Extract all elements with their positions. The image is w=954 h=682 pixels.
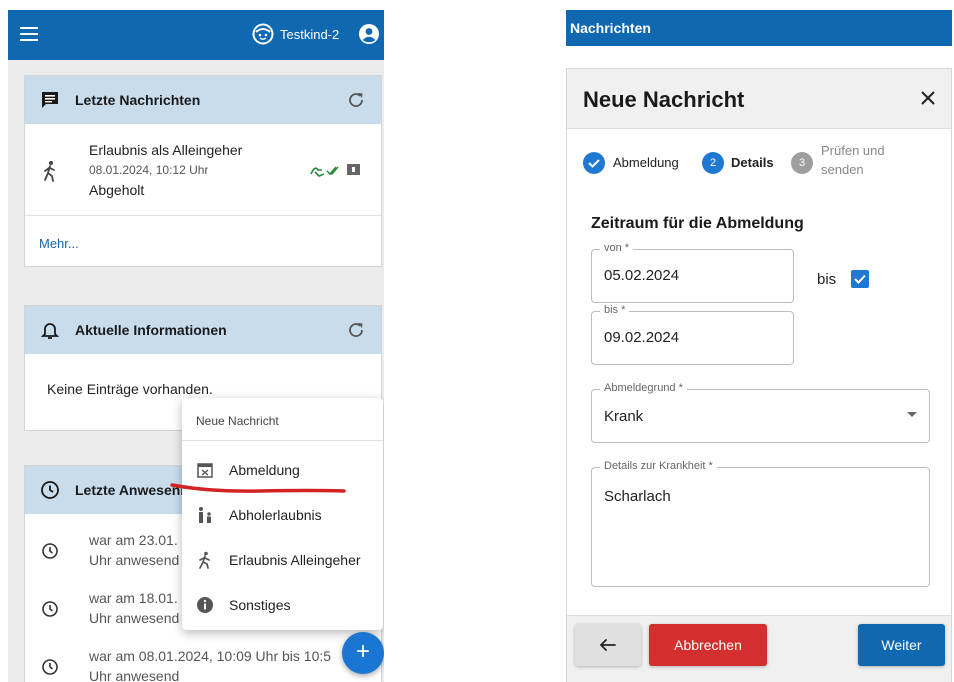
range-checkbox[interactable]	[851, 270, 869, 288]
picked-up-icon	[310, 167, 325, 177]
step-3-label: senden	[821, 162, 864, 177]
from-date-field[interactable]: von * 05.02.2024	[591, 242, 794, 303]
current-info-header: Aktuelle Informationen	[25, 306, 381, 354]
close-icon[interactable]	[917, 87, 939, 109]
refresh-info-icon[interactable]	[345, 319, 367, 341]
menu-item-sonstiges[interactable]: Sonstiges	[182, 585, 383, 625]
check-icon	[854, 274, 866, 284]
red-underline-annotation	[170, 483, 346, 493]
dialog-footer: Abbrechen Weiter	[567, 615, 951, 682]
reason-label: Abmeldegrund *	[600, 382, 687, 394]
arrow-left-icon	[599, 639, 616, 651]
message-item[interactable]: Erlaubnis als Alleingeher 08.01.2024, 10…	[25, 124, 381, 216]
calendar-cancel-icon	[197, 463, 213, 478]
clock-icon	[42, 659, 58, 675]
check-icon	[588, 159, 600, 168]
current-info-title: Aktuelle Informationen	[75, 322, 227, 338]
attendance-row: war am 08.01.2024, 10:09 Uhr bis 10:5 Uh…	[25, 642, 381, 682]
to-date-field[interactable]: bis * 09.02.2024	[591, 304, 794, 365]
step-2-label: Details	[731, 155, 774, 170]
child-face-icon[interactable]	[252, 23, 274, 45]
menu-item-label: Sonstiges	[229, 597, 291, 613]
more-messages-link[interactable]: Mehr...	[39, 236, 79, 251]
message-icon	[42, 92, 58, 108]
dropdown-arrow-icon	[907, 412, 917, 417]
menu-item-label: Abmeldung	[229, 462, 300, 478]
attendance-text: war am 18.01.	[89, 590, 178, 606]
menu-item-label: Erlaubnis Alleingeher	[229, 552, 361, 568]
clock-icon	[42, 601, 58, 617]
menu-divider	[182, 440, 383, 441]
to-date-label: bis *	[600, 304, 630, 316]
new-message-dialog-screen: Nachrichten Neue Nachricht Abmeldung 2 D…	[566, 10, 953, 682]
clock-icon	[41, 481, 59, 499]
cancel-button[interactable]: Abbrechen	[649, 624, 767, 666]
from-date-value: 05.02.2024	[604, 267, 680, 284]
range-toggle-label: bis	[817, 271, 837, 288]
back-button[interactable]	[575, 624, 641, 666]
to-date-value: 09.02.2024	[604, 329, 680, 346]
step-2-indicator: 2	[702, 152, 724, 174]
new-message-dialog: Neue Nachricht Abmeldung 2 Details 3 Prü…	[566, 68, 952, 682]
account-icon[interactable]	[358, 23, 380, 45]
dialog-header: Neue Nachricht	[567, 69, 951, 129]
step-3-indicator: 3	[791, 152, 813, 174]
top-app-bar: Nachrichten	[566, 10, 952, 46]
illness-details-value: Scharlach	[604, 488, 671, 505]
step-1-complete-icon	[583, 152, 605, 174]
attendance-text: Uhr anwesend	[89, 668, 180, 682]
read-checkmark-icon	[326, 166, 339, 176]
parent-app-dashboard-screen: Testkind-2 Letzte Nachrichten Erlaubnis …	[8, 10, 384, 682]
step-3-label: Prüfen und	[821, 143, 885, 158]
no-entries-text: Keine Einträge vorhanden.	[47, 381, 213, 397]
comment-icon	[347, 164, 360, 175]
new-message-menu-title: Neue Nachricht	[196, 414, 279, 428]
new-message-menu: Neue Nachricht Abmeldung Abholerlaubnis …	[182, 398, 383, 630]
recent-messages-title: Letzte Nachrichten	[75, 92, 201, 108]
attendance-text: Uhr anwesend	[89, 610, 180, 626]
plus-icon: +	[355, 638, 370, 665]
menu-item-abholerlaubnis[interactable]: Abholerlaubnis	[182, 495, 383, 535]
message-title: Erlaubnis als Alleingeher	[89, 142, 243, 158]
dialog-title: Neue Nachricht	[583, 87, 745, 112]
refresh-messages-icon[interactable]	[345, 89, 367, 111]
attendance-text: Uhr anwesend	[89, 552, 180, 568]
next-button[interactable]: Weiter	[858, 624, 945, 666]
info-icon	[197, 597, 213, 613]
illness-details-textarea[interactable]: Details zur Krankheit * Scharlach	[591, 460, 930, 587]
add-message-fab[interactable]: +	[342, 632, 384, 674]
illness-details-label: Details zur Krankheit *	[600, 460, 717, 472]
attendance-text: war am 08.01.2024, 10:09 Uhr bis 10:5	[89, 648, 332, 664]
top-app-bar: Testkind-2	[8, 10, 384, 60]
section-title: Zeitraum für die Abmeldung	[591, 215, 804, 232]
reason-value: Krank	[604, 408, 644, 425]
bell-icon	[40, 323, 60, 339]
step-1-label: Abmeldung	[613, 155, 679, 170]
recent-messages-header: Letzte Nachrichten	[25, 76, 381, 124]
message-date: 08.01.2024, 10:12 Uhr	[89, 163, 209, 177]
clock-icon	[42, 543, 58, 559]
menu-item-label: Abholerlaubnis	[229, 507, 322, 523]
recent-messages-card: Letzte Nachrichten Erlaubnis als Alleing…	[24, 75, 382, 267]
walking-person-icon	[199, 551, 210, 569]
menu-item-erlaubnis-alleingeher[interactable]: Erlaubnis Alleingeher	[182, 540, 383, 580]
app-bar-title: Nachrichten	[570, 20, 651, 36]
attendance-text: war am 23.01.	[89, 532, 178, 548]
adult-child-icon	[199, 507, 211, 523]
menu-icon[interactable]	[20, 27, 38, 41]
child-name[interactable]: Testkind-2	[280, 27, 339, 42]
message-status-icons	[310, 164, 360, 177]
reason-select[interactable]: Abmeldegrund * Krank	[591, 382, 930, 443]
from-date-label: von *	[600, 242, 634, 254]
walking-person-icon	[44, 161, 55, 182]
message-status: Abgeholt	[89, 182, 145, 198]
